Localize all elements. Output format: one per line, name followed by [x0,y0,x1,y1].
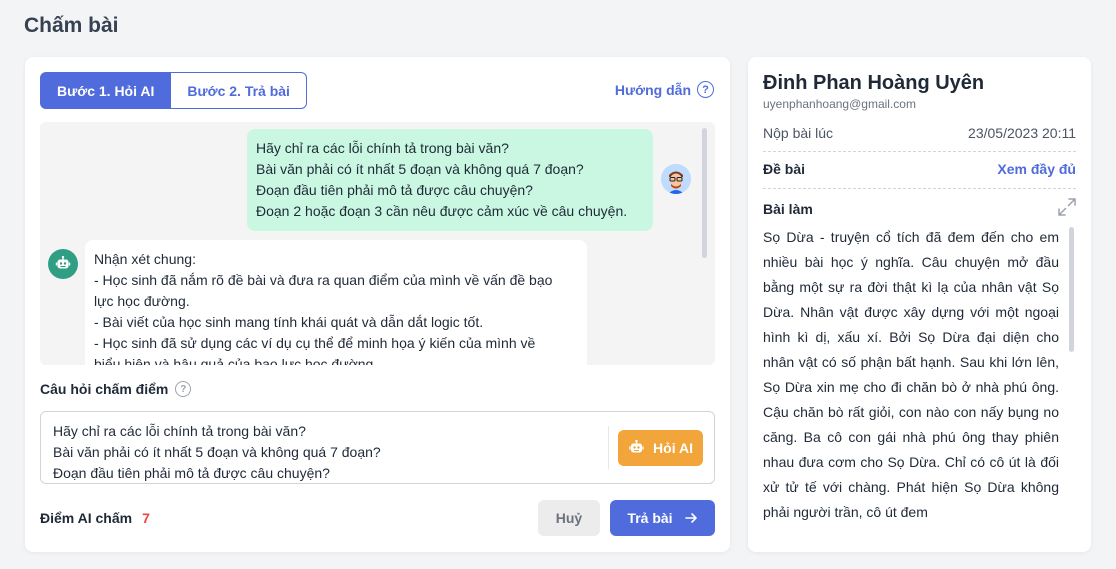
input-divider [608,426,609,469]
question-circle-icon: ? [697,81,714,98]
ai-message: Nhận xét chung: - Học sinh đã nắm rõ đề … [85,240,587,365]
question-text[interactable]: Hãy chỉ ra các lỗi chính tả trong bài vă… [53,421,381,483]
question-line: Hãy chỉ ra các lỗi chính tả trong bài vă… [53,423,306,439]
tab-step-2-return[interactable]: Bước 2. Trả bài [171,72,307,109]
topic-row: Đề bài Xem đầy đủ [763,161,1076,177]
divider [763,151,1076,152]
ai-message-line: biểu hiện và hậu quả của bạo lực học đườ… [94,356,378,365]
ai-message-line: - Học sinh đã sử dụng các ví dụ cụ thể đ… [94,335,536,351]
user-message-line: Đoạn 2 hoặc đoạn 3 cần nêu được cảm xúc … [256,203,628,219]
ai-message-line: Nhận xét chung: [94,251,196,267]
ai-score: Điểm AI chấm 7 [40,510,150,526]
tab-step-1-ask-ai[interactable]: Bước 1. Hỏi AI [40,72,172,109]
question-line: Bài văn phải có ít nhất 5 đoạn và không … [53,444,381,460]
score-value: 7 [142,510,150,526]
user-avatar [661,164,691,194]
submission-panel: Đinh Phan Hoàng Uyên uyenphanhoang@gmail… [748,57,1091,552]
submitted-label: Nộp bài lúc [763,125,834,141]
step-tabs: Bước 1. Hỏi AI Bước 2. Trả bài [40,72,307,109]
arrow-right-icon [684,513,697,523]
view-full-link[interactable]: Xem đầy đủ [997,161,1076,177]
ask-ai-button[interactable]: Hỏi AI [618,430,703,466]
return-label: Trả bài [627,510,673,526]
guide-link[interactable]: Hướng dẫn ? [615,81,714,98]
submitted-time: 23/05/2023 20:11 [968,125,1076,141]
page-title: Chấm bài [24,14,119,37]
question-label-text: Câu hỏi chấm điểm [40,381,169,397]
topic-label: Đề bài [763,161,806,177]
ask-ai-label: Hỏi AI [653,440,693,456]
question-circle-icon[interactable]: ? [175,381,192,397]
ai-message-line: - Bài viết của học sinh mang tính khái q… [94,314,484,330]
essay-text: Sọ Dừa - truyện cổ tích đã đem đến cho e… [763,229,1059,520]
robot-icon [629,440,644,453]
divider [763,188,1076,189]
work-row: Bài làm [763,198,1076,219]
ai-bot-avatar [48,249,78,279]
question-line: Đoạn đầu tiên phải mô tả được câu chuyện… [53,465,330,481]
robot-icon [55,256,71,269]
return-button[interactable]: Trả bài [610,500,715,536]
chat-scrollbar[interactable] [702,128,707,258]
essay-scrollbar[interactable] [1069,227,1074,352]
question-input[interactable]: Hãy chỉ ra các lỗi chính tả trong bài vă… [40,411,715,484]
cancel-button[interactable]: Huỷ [538,500,600,536]
ai-message-line: - Học sinh đã nắm rõ đề bài và đưa ra qu… [94,272,553,288]
grading-panel: Bước 1. Hỏi AI Bước 2. Trả bài Hướng dẫn… [25,57,730,552]
user-message-line: Hãy chỉ ra các lỗi chính tả trong bài vă… [256,140,509,156]
ai-message-line: lực học đường. [94,293,190,309]
user-message-line: Bài văn phải có ít nhất 5 đoạn và không … [256,161,584,177]
question-label: Câu hỏi chấm điểm ? [40,381,192,397]
score-label: Điểm AI chấm [40,510,133,526]
user-message: Hãy chỉ ra các lỗi chính tả trong bài vă… [247,129,653,231]
expand-icon[interactable] [1058,198,1076,219]
chat-area[interactable]: Hãy chỉ ra các lỗi chính tả trong bài vă… [40,122,715,365]
work-label: Bài làm [763,200,813,217]
student-email: uyenphanhoang@gmail.com [763,97,916,111]
guide-label: Hướng dẫn [614,81,691,98]
submitted-row: Nộp bài lúc 23/05/2023 20:11 [763,125,1076,141]
student-name: Đinh Phan Hoàng Uyên [763,72,985,94]
user-message-line: Đoạn đầu tiên phải mô tả được câu chuyện… [256,182,533,198]
